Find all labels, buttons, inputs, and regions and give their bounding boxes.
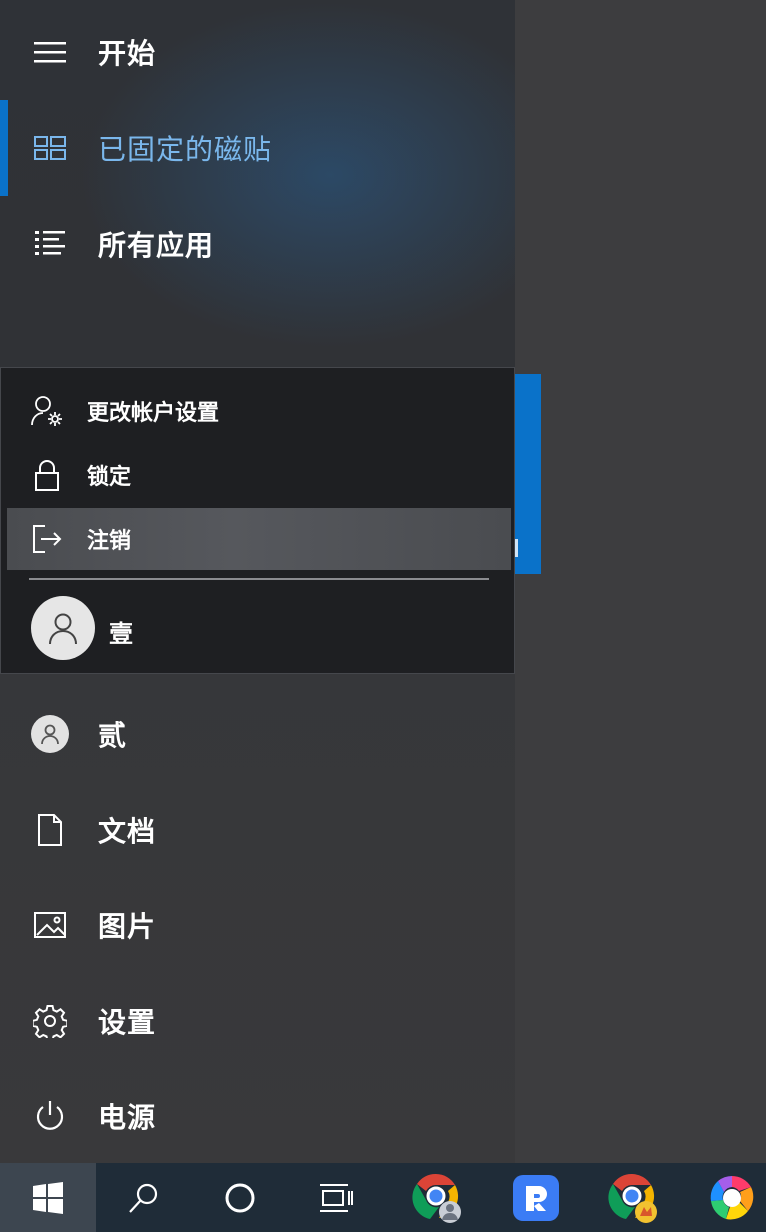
hamburger-icon[interactable] [28, 30, 72, 74]
popup-item-label: 注销 [87, 529, 132, 554]
pinned-tile[interactable] [515, 374, 541, 574]
pictures-item[interactable]: 图片 [0, 877, 515, 973]
sign-out-item[interactable]: 注销 [7, 508, 511, 570]
documents-item[interactable]: 文档 [0, 782, 515, 878]
app-r-icon [512, 1174, 560, 1222]
sign-out-icon [29, 521, 65, 557]
account-settings-icon [29, 393, 65, 429]
account-popup: 更改帐户设置 锁定 注销 壹 [0, 367, 515, 674]
change-account-settings-item[interactable]: 更改帐户设置 [7, 380, 511, 442]
tiles-icon [28, 126, 72, 170]
settings-label: 设置 [98, 1006, 157, 1039]
list-icon [28, 222, 72, 266]
nav-pinned-tiles[interactable]: 已固定的磁贴 [0, 100, 515, 196]
search-button[interactable] [96, 1163, 192, 1232]
current-user-item[interactable]: 壹 [1, 590, 514, 670]
power-item[interactable]: 电源 [0, 1068, 515, 1164]
popup-item-label: 更改帐户设置 [87, 401, 220, 426]
chrome-profile-icon [608, 1172, 660, 1224]
search-icon [127, 1181, 161, 1215]
colorful-app-icon [707, 1173, 757, 1223]
nav-label: 所有应用 [98, 229, 215, 262]
user-avatar-icon [31, 596, 95, 660]
pictures-label: 图片 [98, 910, 157, 943]
cortana-button[interactable] [192, 1163, 288, 1232]
lock-icon [29, 457, 65, 493]
picture-icon [28, 903, 72, 947]
gear-icon [28, 999, 72, 1043]
user-avatar-icon [28, 712, 72, 756]
nav-all-apps[interactable]: 所有应用 [0, 196, 515, 292]
tile-label-fragment [515, 539, 518, 557]
start-title: 开始 [98, 37, 157, 70]
nav-label: 已固定的磁贴 [98, 133, 273, 166]
user-item-2[interactable]: 贰 [0, 686, 515, 782]
colorful-app-button[interactable] [684, 1163, 766, 1232]
user-name: 壹 [109, 620, 133, 648]
lock-item[interactable]: 锁定 [7, 444, 511, 506]
start-header[interactable]: 开始 [0, 4, 515, 100]
task-view-icon [318, 1182, 354, 1214]
task-view-button[interactable] [288, 1163, 384, 1232]
taskbar [0, 1163, 766, 1232]
app-r-button[interactable] [488, 1163, 584, 1232]
cortana-icon [223, 1181, 257, 1215]
popup-divider [29, 578, 489, 580]
windows-start-icon [31, 1181, 65, 1215]
popup-item-label: 锁定 [87, 465, 132, 490]
pinned-tiles-area [515, 0, 766, 1163]
power-label: 电源 [98, 1101, 157, 1134]
chrome-user-button[interactable] [390, 1163, 486, 1232]
document-icon [28, 808, 72, 852]
windows-start-button[interactable] [0, 1163, 96, 1232]
power-icon [28, 1094, 72, 1138]
settings-item[interactable]: 设置 [0, 973, 515, 1069]
chrome-profile-button[interactable] [586, 1163, 682, 1232]
user-label: 贰 [98, 719, 128, 752]
documents-label: 文档 [98, 815, 157, 848]
chrome-user-icon [412, 1172, 464, 1224]
